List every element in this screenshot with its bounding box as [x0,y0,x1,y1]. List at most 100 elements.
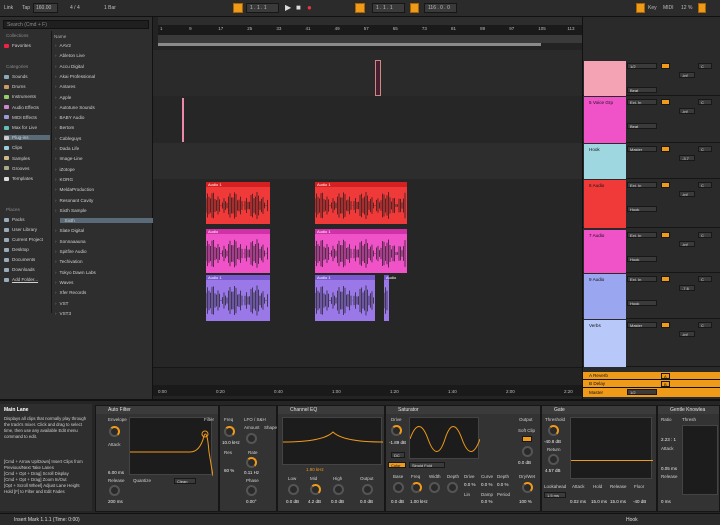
saturator-title[interactable]: Saturator [386,406,540,414]
ws-depth-value[interactable]: 0.0 % [497,482,509,487]
browser-item[interactable]: › Image-Line [55,156,83,161]
place-item-user-library[interactable]: User Library [4,227,37,232]
track-name[interactable]: 5 Voice Grp [589,100,613,105]
sat-freq-value[interactable]: 1.00 kHz [410,499,428,504]
track-volume[interactable]: -3.7 [679,155,695,161]
audio-clip[interactable]: Audio 1 [315,229,407,273]
browser-item[interactable]: › Autotune Sounds [55,105,95,110]
browser-item[interactable]: › VST [55,301,68,306]
browser-search-input[interactable]: Search (Cmd + F) [3,20,149,29]
dry-wet-value[interactable]: 100 % [519,499,532,504]
base-value[interactable]: 0.0 dB [391,499,404,504]
track-lane[interactable] [153,319,583,367]
track-activator[interactable] [661,146,670,152]
attack-value[interactable]: 6.00 ms [108,470,124,475]
browser-item[interactable]: › Slate Digital [55,228,84,233]
drive-value[interactable]: -1.89 dB [389,440,406,445]
audio-clip[interactable]: Audio 1 [206,182,270,224]
status-track[interactable]: Hook [626,517,638,523]
browser-item[interactable]: › Sonnaaauna [55,239,86,244]
return-value[interactable]: 4.57 dB [545,468,561,473]
track-header[interactable]: Verbs Master -inf C [583,320,720,367]
track-pan[interactable]: C [698,276,712,282]
overview-strip[interactable] [158,17,583,25]
release-knob[interactable] [109,485,120,496]
threshold-value[interactable]: -40.8 dB [544,439,561,444]
track-pan[interactable]: C [698,322,712,328]
position-field[interactable]: 1 . 1 . 1 [250,5,267,11]
browser-item[interactable]: › Accu Digital [55,64,84,69]
gate-release-value[interactable]: 15.0 ms [610,499,626,504]
browser-item[interactable]: › Bertom [55,125,74,130]
master-track-name[interactable]: Master [589,390,603,395]
ws-drive-value[interactable]: 0.0 % [464,482,476,487]
channel-eq-title[interactable]: Channel EQ [278,406,384,414]
track-input-select[interactable]: Ext. In [627,99,657,105]
release-value[interactable]: 200 ms [108,499,123,504]
link-button[interactable]: Link [4,5,13,11]
record-icon[interactable]: ● [307,3,312,12]
width-knob[interactable] [429,482,440,493]
track-header[interactable]: 5 Voice Grp Ext. In Beat -inf C [583,97,720,143]
browser-item[interactable]: › iZotope [55,167,75,172]
place-item-desktop[interactable]: Desktop [4,247,29,252]
track-name[interactable]: Hook [589,147,600,152]
track-color-strip[interactable] [584,61,626,96]
sidebar-item-sounds[interactable]: Sounds [4,74,28,79]
base-knob[interactable] [393,482,404,493]
compressor-title[interactable]: Gentle Knowlea [658,406,719,414]
color-toggle[interactable]: Color [388,462,406,468]
key-map-toggle[interactable] [636,3,645,13]
soft-clip-toggle[interactable] [522,436,532,442]
browser-item[interactable]: › Antares [55,84,75,89]
track-volume[interactable]: -inf [679,191,695,197]
browser-item[interactable]: › Sixth Sample [55,208,87,213]
track-input-select[interactable]: Ext. In [627,182,657,188]
place-item-current-project[interactable]: Current Project [4,237,43,242]
track-volume[interactable]: -inf [679,241,695,247]
browser-item[interactable]: › Techivation [55,259,83,264]
curve-value[interactable]: 0.0 % [481,482,493,487]
track-input-select[interactable]: Ext. In [627,232,657,238]
low-value[interactable]: 0.0 dB [286,499,299,504]
browser-item[interactable]: › Dada Life [55,146,79,151]
punch-in-toggle[interactable] [410,3,419,13]
track-volume[interactable]: -7.6 [679,285,695,291]
browser-item[interactable]: › Waves [55,280,73,285]
loop-region[interactable] [158,43,541,46]
filter-mode-select[interactable]: Clean [174,478,196,484]
comp-attack-value[interactable]: 0.05 ms [661,466,677,471]
rate-value[interactable]: 0.11 Hz [244,470,259,475]
browser-item[interactable]: › Xfer Records [55,290,86,295]
track-name[interactable]: 6 Audio [589,183,604,188]
threshold-knob[interactable] [548,425,559,436]
place-item-documents[interactable]: Documents [4,257,35,262]
browser-item[interactable]: › VST3 [55,311,71,316]
audio-clip[interactable]: Audio [384,275,396,321]
track-pan[interactable]: C [698,146,712,152]
eq-display[interactable] [282,417,384,465]
eq-output-knob[interactable] [362,484,373,495]
track-activator[interactable] [661,232,670,238]
sidebar-item-grooves[interactable]: Grooves [4,166,29,171]
track-header[interactable]: 6 Audio Ext. In Hook -inf C [583,180,720,228]
loop-length-field[interactable]: 116 . 0 . 0 [428,5,450,11]
low-knob[interactable] [288,484,299,495]
sidebar-item-clips[interactable]: Clips [4,145,22,150]
sidebar-item-samples[interactable]: Samples [4,156,30,161]
browser-item[interactable]: › KORG [55,177,73,182]
master-input-select[interactable]: 1/2 [627,389,657,395]
ratio-value[interactable]: 2.23 : 1 [661,437,676,442]
sidebar-item-midi-effects[interactable]: MIDI Effects [4,115,37,120]
arrangement-overdub-button[interactable] [233,3,243,13]
phase-value[interactable]: 0.00° [246,499,257,504]
gate-attack-value[interactable]: 0.02 ms [570,499,586,504]
compressor-display[interactable] [682,425,718,495]
place-item-downloads[interactable]: Downloads [4,267,35,272]
browser-item[interactable]: › Tokyo Dawn Labs [55,270,96,275]
audio-clip[interactable]: Audio 1 [206,275,270,321]
track-name[interactable]: 9 Audio [589,277,604,282]
sidebar-item-audio-effects[interactable]: Audio Effects [4,105,39,110]
track-pan[interactable]: C [698,63,712,69]
sidebar-item-templates[interactable]: Templates [4,176,33,181]
